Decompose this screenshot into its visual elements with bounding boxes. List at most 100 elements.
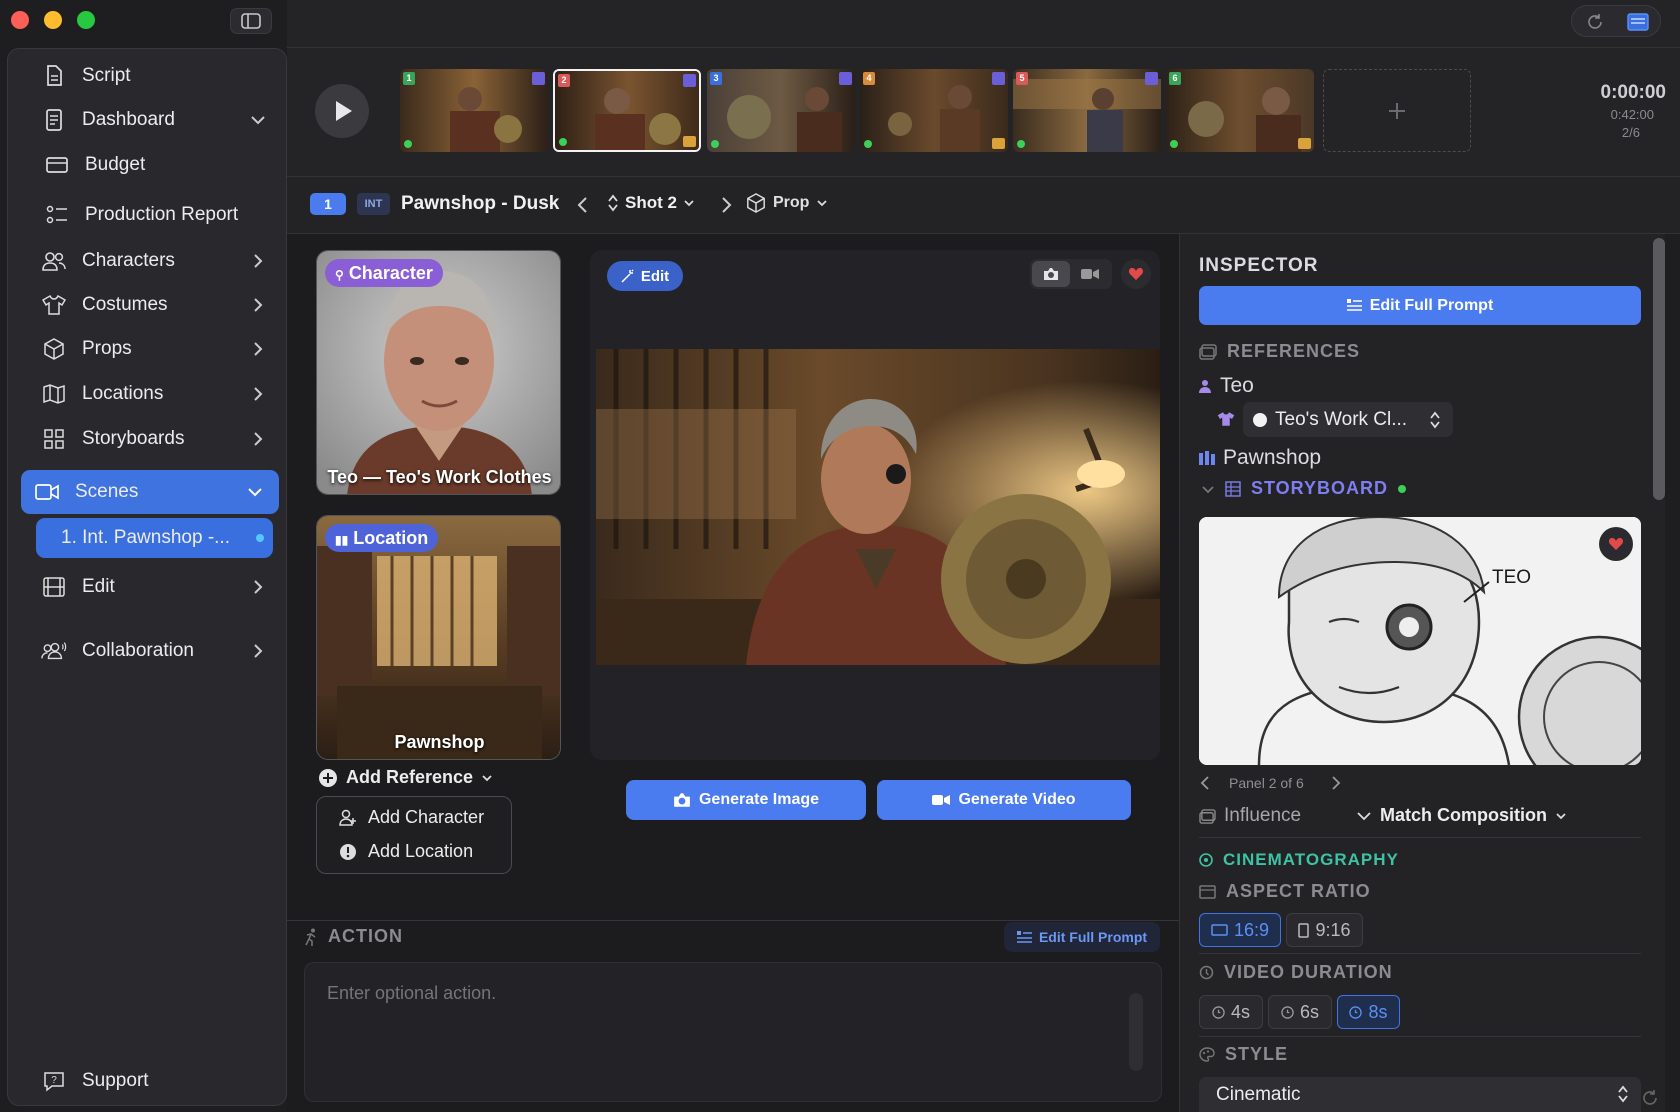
shot-thumbnail-1[interactable]: 1 — [400, 69, 548, 152]
duration-8s-button[interactable]: 8s — [1337, 995, 1400, 1029]
character-reference-card[interactable]: ⚲ Character Teo — Teo's Work Clothes — [316, 250, 561, 495]
previous-panel-icon[interactable] — [1199, 775, 1211, 791]
shot-number: 6 — [1169, 72, 1181, 85]
shot-image — [1013, 69, 1161, 152]
costume-select[interactable]: Teo's Work Cl... — [1243, 402, 1453, 437]
shot-number: 2 — [558, 74, 570, 87]
photo-mode-button[interactable] — [1032, 261, 1070, 287]
landscape-icon — [1211, 924, 1228, 936]
shot-thumbnail-4[interactable]: 4 — [860, 69, 1008, 152]
comment-badge-icon — [1298, 138, 1311, 149]
textarea-scrollbar[interactable] — [1129, 993, 1143, 1071]
location-reference-card[interactable]: ▮▮ Location Pawnshop — [316, 515, 561, 760]
sidebar-item-locations[interactable]: Locations — [28, 372, 282, 416]
minimize-window-button[interactable] — [44, 11, 62, 29]
sidebar-item-dashboard[interactable]: Dashboard — [28, 98, 282, 142]
section-divider — [1199, 837, 1641, 838]
report-icon — [44, 202, 70, 228]
reference-character[interactable]: Teo — [1199, 374, 1254, 398]
storyboard-heading[interactable]: STORYBOARD — [1201, 478, 1407, 499]
sidebar-item-edit[interactable]: Edit — [28, 565, 282, 609]
add-shot-button[interactable] — [1323, 69, 1471, 152]
next-shot-icon[interactable] — [719, 195, 733, 215]
duration-6s-button[interactable]: 6s — [1268, 995, 1332, 1029]
next-panel-icon[interactable] — [1330, 775, 1342, 791]
costume-icon — [41, 292, 67, 318]
timer-icon — [1281, 1005, 1294, 1019]
video-duration-heading: VIDEO DURATION — [1199, 962, 1393, 983]
action-edit-prompt-button[interactable]: Edit Full Prompt — [1004, 922, 1160, 952]
reference-location[interactable]: Pawnshop — [1199, 446, 1321, 470]
close-window-button[interactable] — [11, 11, 29, 29]
style-select[interactable]: Cinematic — [1199, 1077, 1641, 1112]
add-circle-icon — [319, 768, 337, 787]
menu-item-add-location[interactable]: Add Location — [339, 841, 473, 862]
shot-thumbnail-2[interactable]: 2 — [553, 69, 701, 152]
generate-video-button[interactable]: Generate Video — [877, 780, 1131, 820]
refresh-icon[interactable] — [1586, 13, 1604, 31]
sidebar-item-collaboration[interactable]: Collaboration — [28, 629, 282, 673]
video-camera-icon[interactable] — [1081, 268, 1099, 280]
shot-thumbnail-5[interactable]: 5 — [1013, 69, 1161, 152]
budget-icon — [44, 152, 70, 178]
edit-image-button[interactable]: Edit — [607, 261, 683, 291]
location-caption: Pawnshop — [394, 732, 485, 752]
scene-list-item[interactable]: 1. Int. Pawnshop -... — [36, 518, 273, 558]
action-heading: ACTION — [304, 926, 403, 947]
storyboard-panel-image[interactable]: TEO — [1199, 517, 1641, 765]
aspect-9-16-button[interactable]: 9:16 — [1286, 913, 1363, 947]
status-dot — [404, 140, 412, 148]
storyboard-character-label: TEO — [1492, 567, 1532, 588]
props-icon — [41, 336, 67, 362]
sidebar-item-budget[interactable]: Budget — [31, 143, 285, 187]
storyboard-grid-icon — [1225, 480, 1241, 497]
sidebar-item-storyboards[interactable]: Storyboards — [28, 417, 282, 461]
sidebar: Script Dashboard Budget Production Repor… — [7, 48, 287, 1106]
sidebar-item-characters[interactable]: Characters — [28, 239, 282, 283]
chevron-right-icon — [254, 580, 263, 594]
layout-panel-icon[interactable] — [1627, 13, 1649, 31]
sidebar-item-script[interactable]: Script — [28, 54, 282, 98]
prop-selector[interactable]: Prop — [746, 193, 828, 213]
costume-color-swatch — [1253, 412, 1267, 427]
sidebar-toggle-button[interactable] — [230, 8, 272, 34]
zoom-window-button[interactable] — [77, 11, 95, 29]
sidebar-item-production-report[interactable]: Production Report — [31, 193, 285, 237]
shot-label: Shot 2 — [625, 193, 677, 212]
shot-thumbnail-3[interactable]: 3 — [707, 69, 855, 152]
shot-selector[interactable]: Shot 2 — [607, 193, 695, 213]
aspect-16-9-button[interactable]: 16:9 — [1199, 913, 1281, 947]
add-reference-dropdown[interactable]: Add Reference — [318, 767, 493, 788]
sidebar-item-props[interactable]: Props — [28, 327, 282, 371]
characters-icon — [41, 248, 67, 274]
character-tag-label: Character — [348, 263, 433, 283]
duration-4s-button[interactable]: 4s — [1199, 995, 1263, 1029]
total-duration: 0:42:00 — [1610, 107, 1654, 122]
style-value: Cinematic — [1216, 1083, 1301, 1105]
favorite-button[interactable] — [1121, 259, 1151, 289]
inspector-edit-prompt-button[interactable]: Edit Full Prompt — [1199, 286, 1641, 325]
generate-image-button[interactable]: Generate Image — [626, 780, 866, 820]
storyboard-favorite-button[interactable] — [1599, 527, 1633, 561]
refresh-style-icon[interactable] — [1641, 1089, 1659, 1107]
generated-shot-image — [596, 349, 1160, 665]
play-button[interactable] — [315, 84, 369, 138]
video-flag-icon — [683, 74, 696, 87]
style-label: STYLE — [1225, 1044, 1289, 1064]
app-window: Script Dashboard Budget Production Repor… — [0, 0, 1680, 1112]
previous-shot-icon[interactable] — [576, 195, 590, 215]
duration-option-label: 4s — [1230, 1001, 1250, 1022]
edit-prompt-label: Edit Full Prompt — [1369, 296, 1494, 314]
support-button[interactable]: ? Support — [28, 1059, 282, 1103]
inspector-scrollbar[interactable] — [1653, 238, 1665, 500]
sidebar-item-costumes[interactable]: Costumes — [28, 283, 282, 327]
menu-item-add-character[interactable]: Add Character — [339, 807, 484, 828]
shot-thumbnail-6[interactable]: 6 — [1166, 69, 1314, 152]
status-dot — [1017, 140, 1025, 148]
shot-number: 3 — [710, 72, 722, 85]
match-composition-dropdown[interactable]: Match Composition — [1356, 805, 1567, 826]
sidebar-item-scenes[interactable]: Scenes — [21, 470, 279, 514]
location-tag-label: Location — [353, 528, 429, 548]
comment-badge-icon — [992, 138, 1005, 149]
action-input[interactable] — [315, 973, 1105, 1083]
